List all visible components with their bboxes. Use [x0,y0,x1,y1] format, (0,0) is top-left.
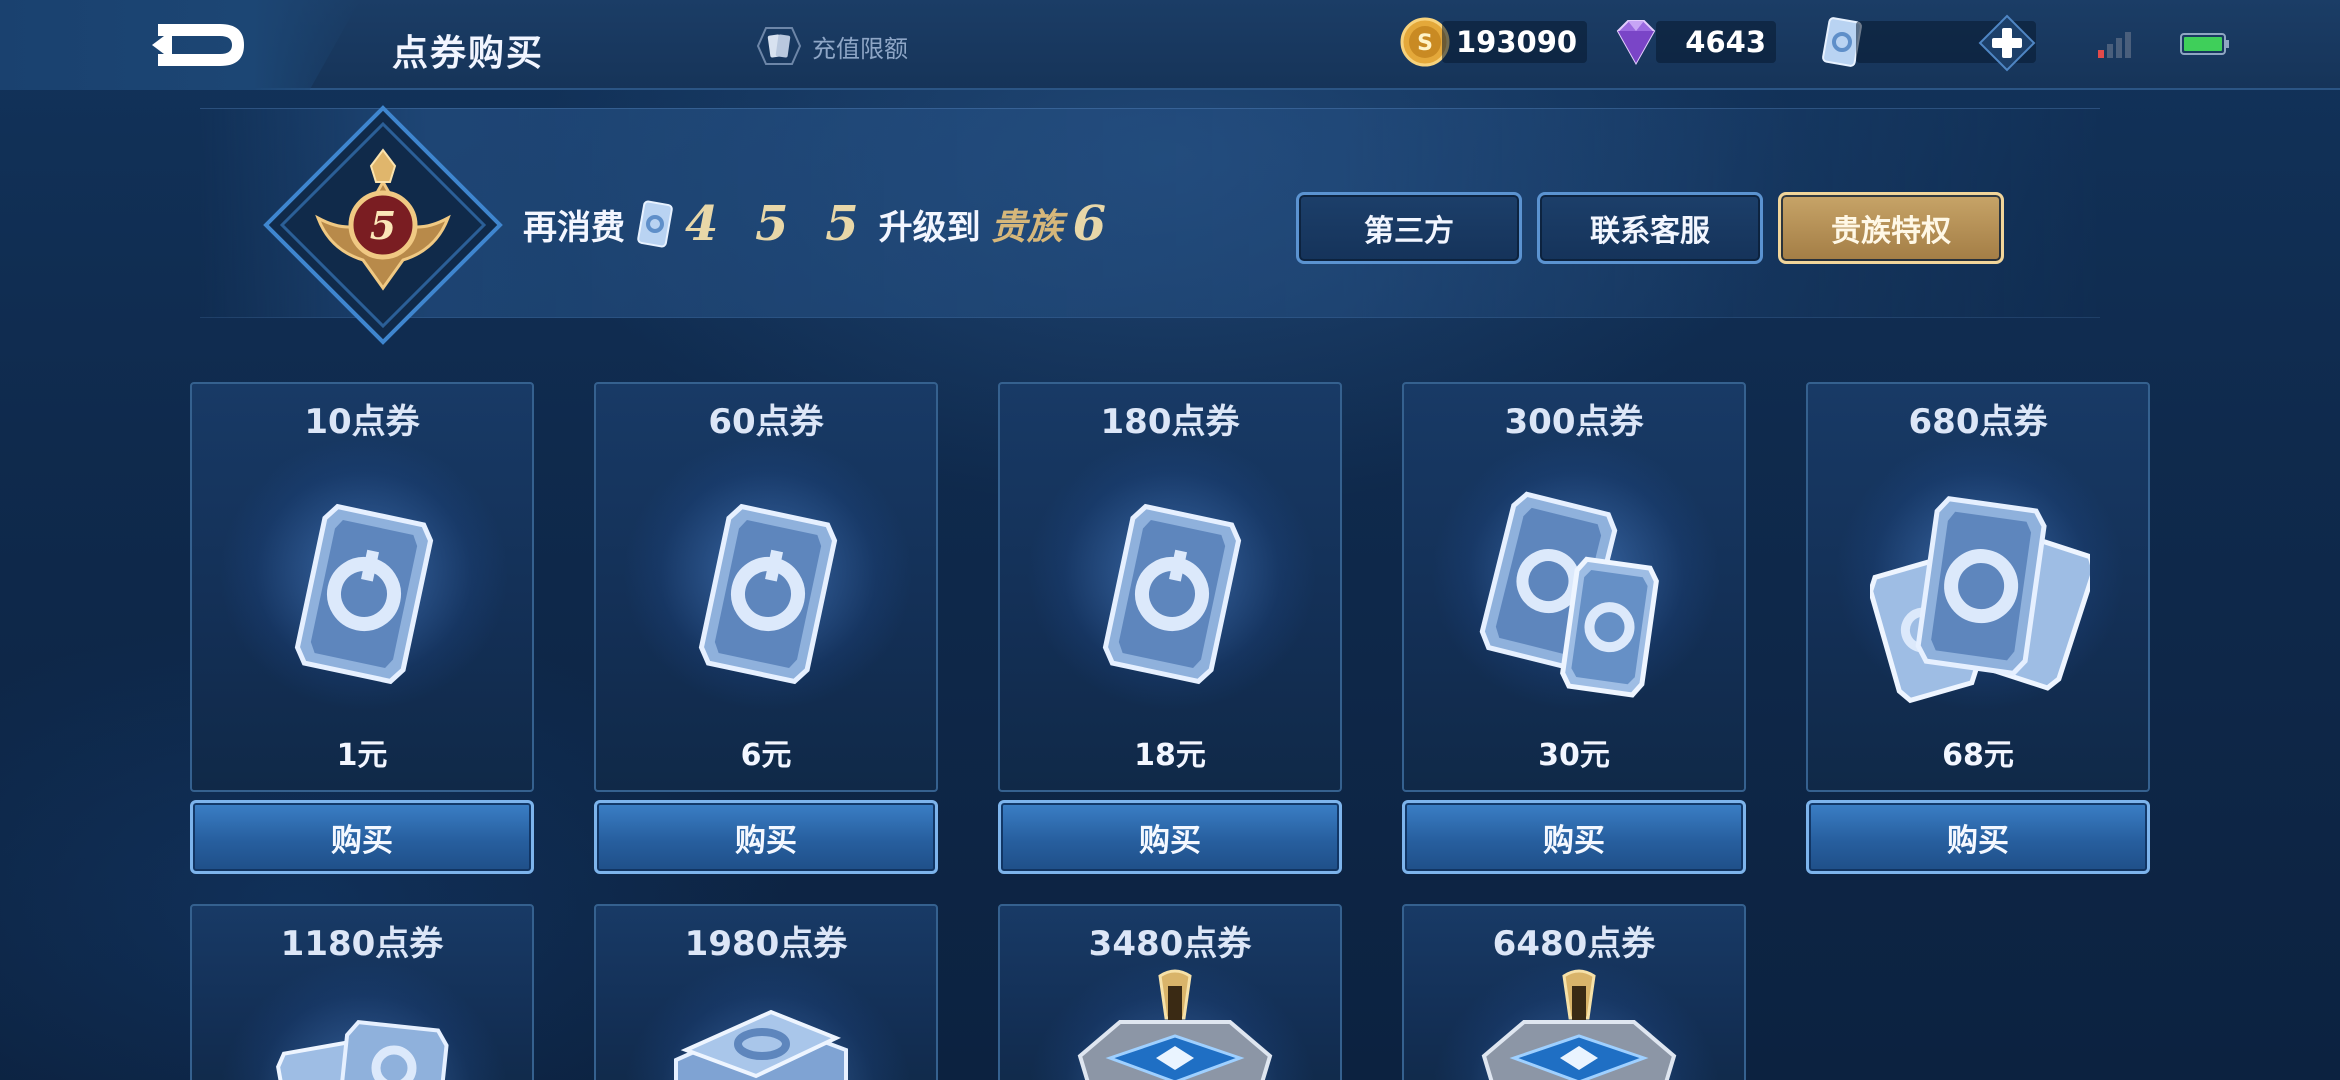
noble-privilege-button[interactable]: 贵族特权 [1778,192,2004,264]
single-ticket-icon [294,503,434,685]
pack-name: 1980点券 [684,924,848,964]
pack-card-10[interactable]: 10点券 1元 [190,382,534,792]
noble-label: 贵族 [990,207,1063,248]
pack-name: 180点券 [1100,402,1240,442]
pack-card-1980[interactable]: 1980点券 [594,904,938,1080]
pack-card-180[interactable]: 180点券 18元 [998,382,1342,792]
pack-name: 300点券 [1504,402,1644,442]
rank-prefix: 再消费 [523,207,625,248]
ticket-stack-icon [276,1020,449,1080]
single-ticket-icon [1102,503,1242,685]
pack-card-1180[interactable]: 1180点券 [190,904,534,1080]
pack-card-680[interactable]: 680点券 68元 [1806,382,2150,792]
diamond-amount: 4643 [1656,21,1776,63]
buy-button[interactable]: 购买 [190,800,534,874]
treasure-chest-icon [1077,969,1273,1080]
recharge-limit-link[interactable]: 充值限额 [756,26,908,66]
pack-price: 68元 [1942,738,2014,773]
pack-name: 3480点券 [1088,924,1252,964]
pack-name: 680点券 [1908,402,2048,442]
pack-card-300[interactable]: 300点券 30元 [1402,382,1746,792]
customer-service-button[interactable]: 联系客服 [1537,192,1763,264]
pack-price: 30元 [1538,738,1610,773]
pack-price: 1元 [336,738,388,773]
gold-amount: 193090 [1442,21,1588,63]
double-ticket-icon [1479,491,1659,698]
pack-card-6480[interactable]: 6480点券 [1402,904,1746,1080]
cards-icon [756,27,802,65]
pack-name: 60点券 [708,402,824,442]
ticket-fan-icon [1870,496,2090,704]
pack-name: 6480点券 [1492,924,1656,964]
rank-level: 5 [370,203,396,248]
pack-price: 6元 [740,738,792,773]
next-noble-level: 6 [1072,196,1107,252]
recharge-limit-label: 充值限额 [812,34,908,63]
svg-text:S: S [1417,31,1433,56]
plus-icon[interactable] [1978,14,2036,72]
battery-icon [2180,33,2229,55]
pack-name: 10点券 [304,402,420,442]
pack-card-3480[interactable]: 3480点券 [998,904,1342,1080]
page-title: 点券购买 [392,33,545,74]
pack-price: 18元 [1134,738,1206,773]
rank-amount: 4 5 5 [685,196,869,252]
noble-badge-icon: 5 [263,105,503,345]
diamond-counter: 4643 [1608,18,1776,66]
buy-button[interactable]: 购买 [1806,800,2150,874]
pack-card-60[interactable]: 60点券 6元 [594,382,938,792]
gold-counter: S 193090 [1400,17,1588,67]
buy-button[interactable]: 购买 [998,800,1342,874]
signal-icon [2098,32,2131,58]
rank-upgrade-text: 升级到 [878,207,981,248]
single-ticket-icon [698,503,838,685]
ticket-pile-icon [674,1009,848,1080]
rank-progress-text: 再消费 4 5 5 升级到 贵族 6 [523,196,1106,252]
buy-button[interactable]: 购买 [594,800,938,874]
ticket-card-icon [637,200,673,248]
top-bar: 点券购买 充值限额 S 193090 4643 [0,0,2340,90]
screen: 点券购买 充值限额 S 193090 4643 5 再消费 4 5 5 升级到 … [0,0,2340,1080]
treasure-chest-icon [1481,969,1677,1080]
pack-name: 1180点券 [280,924,444,964]
buy-button[interactable]: 购买 [1402,800,1746,874]
third-party-button[interactable]: 第三方 [1296,192,1522,264]
back-arrow-icon[interactable] [150,18,250,72]
